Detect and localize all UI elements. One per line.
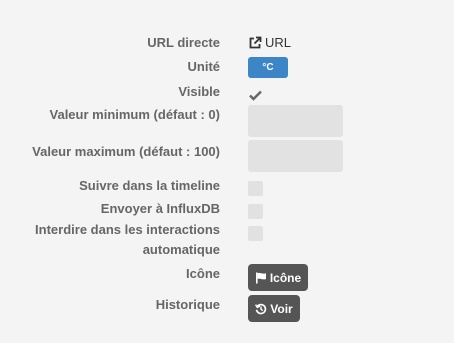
timeline-checkbox[interactable] xyxy=(248,181,263,196)
visible-checkbox[interactable] xyxy=(248,88,263,103)
choose-icon-button[interactable]: Icône xyxy=(248,264,308,291)
flag-icon xyxy=(255,272,267,284)
max-label: Valeur maximum (défaut : 100) xyxy=(32,144,220,159)
history-label: Historique xyxy=(155,297,220,312)
max-value-input[interactable] xyxy=(248,140,343,172)
url-link-text: URL xyxy=(265,35,292,50)
timeline-label: Suivre dans la timeline xyxy=(79,178,220,193)
interactions-label-line1: Interdire dans les interactions xyxy=(35,222,220,237)
history-icon xyxy=(255,303,267,315)
min-label: Valeur minimum (défaut : 0) xyxy=(49,107,220,122)
interactions-checkbox[interactable] xyxy=(248,226,263,241)
external-link-icon xyxy=(248,36,262,50)
icon-label: Icône xyxy=(186,266,220,281)
history-view-button[interactable]: Voir xyxy=(248,295,300,322)
choose-icon-button-label: Icône xyxy=(269,270,302,285)
interactions-label-line2: automatique xyxy=(142,242,220,257)
visible-label: Visible xyxy=(178,84,220,99)
history-view-button-label: Voir xyxy=(270,301,293,316)
url-link[interactable]: URL xyxy=(248,35,291,50)
min-value-input[interactable] xyxy=(248,105,343,137)
influx-checkbox[interactable] xyxy=(248,204,263,219)
unit-button[interactable]: °C xyxy=(248,57,288,78)
influx-label: Envoyer à InfluxDB xyxy=(100,201,220,216)
unit-label: Unité xyxy=(187,59,221,74)
url-label: URL directe xyxy=(147,35,220,50)
